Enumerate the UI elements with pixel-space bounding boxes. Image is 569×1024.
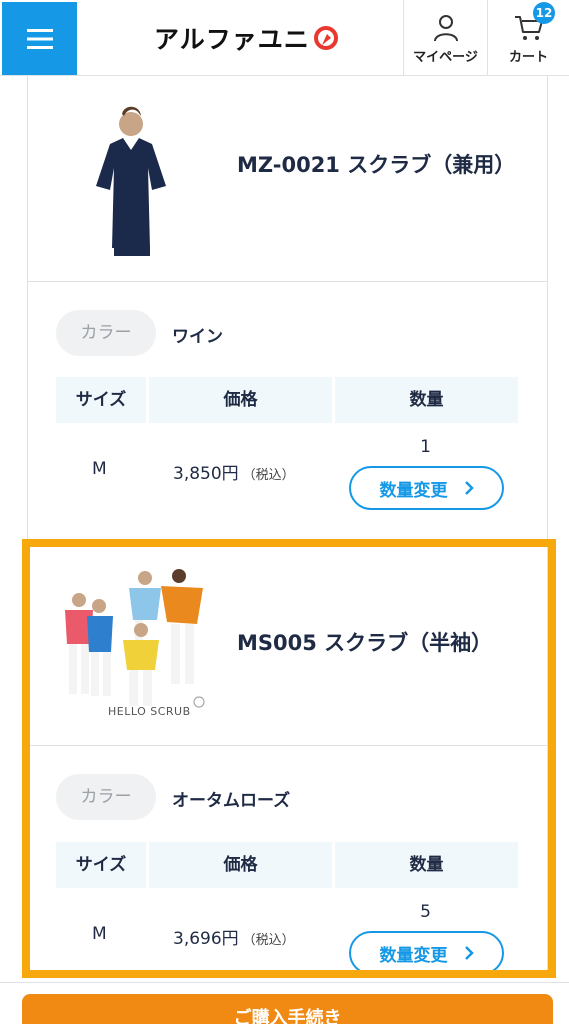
color-label: カラー: [56, 310, 156, 356]
product-image[interactable]: [48, 98, 218, 258]
site-logo[interactable]: アルファユニ: [154, 20, 339, 56]
divider: [0, 982, 569, 983]
color-value: ワイン: [172, 327, 223, 347]
mypage-label: マイページ: [413, 50, 478, 65]
cart-button[interactable]: カート 12: [487, 0, 569, 76]
checkout-button[interactable]: ご購入手続き: [22, 994, 553, 1024]
change-quantity-button[interactable]: 数量変更: [349, 466, 504, 510]
size-value: M: [92, 459, 107, 479]
hamburger-icon: [26, 28, 53, 49]
change-quantity-label: 数量変更: [379, 480, 448, 501]
table-header: サイズ 価格 数量: [56, 377, 518, 423]
menu-button[interactable]: [2, 2, 77, 75]
price-value: 3,850円 （税込）: [173, 459, 295, 484]
highlight-frame: [22, 539, 556, 978]
header: アルファユニ マイページ カート 12: [0, 0, 569, 76]
price-amount: 3,850円: [173, 464, 239, 484]
logo-mark-icon: [313, 26, 338, 50]
user-icon: [433, 15, 458, 42]
product-name[interactable]: MZ-0021 スクラブ（兼用）: [237, 148, 515, 182]
quantity-value: 1: [420, 437, 431, 457]
cart-label: カート: [508, 50, 548, 65]
tax-label: （税込）: [242, 468, 295, 483]
qty-header: 数量: [335, 377, 518, 423]
logo-text: アルファユニ: [154, 25, 310, 54]
cart-item: MZ-0021 スクラブ（兼用） カラー ワイン サイズ 価格 数量 M 3,8…: [27, 76, 548, 546]
product-row: MZ-0021 スクラブ（兼用）: [28, 76, 547, 282]
chevron-right-icon: [464, 481, 474, 495]
price-header: 価格: [149, 377, 332, 423]
cart-count-badge: 12: [533, 2, 555, 24]
size-header: サイズ: [56, 377, 146, 423]
mypage-button[interactable]: マイページ: [403, 0, 487, 76]
